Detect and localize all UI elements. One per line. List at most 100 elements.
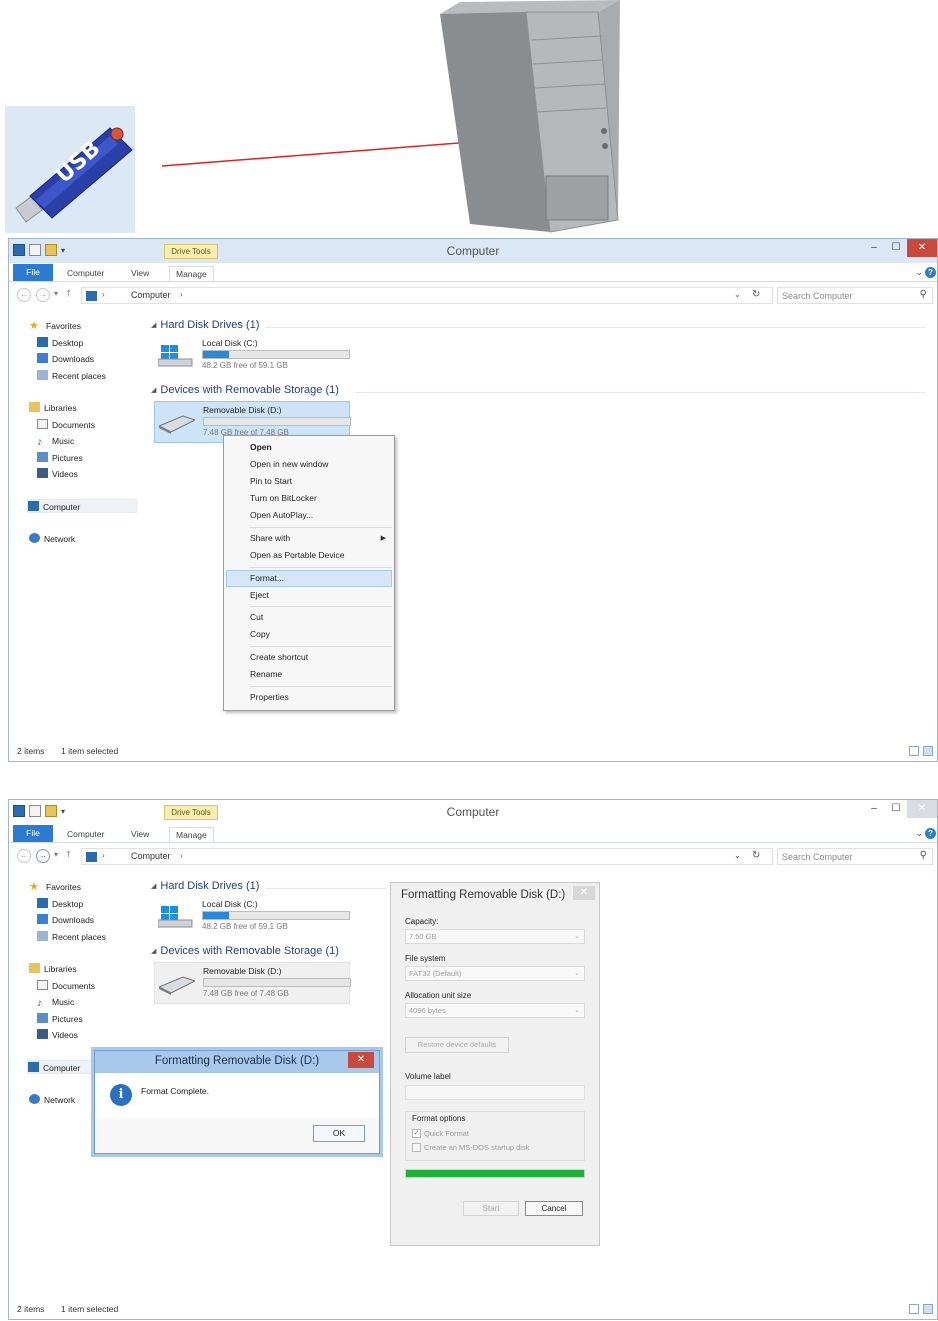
up-button[interactable]: ↑ <box>66 287 72 299</box>
menu-item-eject[interactable]: Eject <box>250 590 269 600</box>
start-button[interactable]: Start <box>463 1201 519 1216</box>
details-view-icon[interactable] <box>909 746 919 756</box>
back-button[interactable]: ← <box>17 849 31 863</box>
menu-item-rename[interactable]: Rename <box>250 669 282 679</box>
restore-defaults-button[interactable]: Restore device defaults <box>405 1037 509 1053</box>
refresh-icon[interactable]: ↻ <box>752 289 760 300</box>
help-icon[interactable]: ? <box>925 828 936 839</box>
nav-documents[interactable]: Documents <box>37 979 95 993</box>
forward-button[interactable]: → <box>36 849 50 863</box>
collapse-caret-icon[interactable]: ◢ <box>151 883 156 890</box>
maximize-button[interactable]: ☐ <box>885 239 907 257</box>
filesystem-select[interactable]: FAT32 (Default) ⌄ <box>405 966 585 981</box>
collapse-caret-icon[interactable]: ◢ <box>151 948 156 955</box>
expand-ribbon-icon[interactable]: ⌄ <box>915 267 923 278</box>
nav-documents[interactable]: Documents <box>37 418 95 432</box>
menu-item-autoplay[interactable]: Open AutoPlay... <box>250 510 313 520</box>
details-view-icon[interactable] <box>909 1304 919 1314</box>
volume-label-input[interactable] <box>405 1085 585 1100</box>
nav-network[interactable]: Network <box>29 532 75 546</box>
nav-pictures[interactable]: Pictures <box>37 451 83 465</box>
recent-locations-icon[interactable]: ▾ <box>54 850 58 859</box>
help-icon[interactable]: ? <box>925 267 936 278</box>
group-header-hard-disk-drives[interactable]: ◢ Hard Disk Drives (1) <box>151 880 259 892</box>
nav-desktop[interactable]: Desktop <box>37 336 83 350</box>
nav-computer[interactable]: Computer <box>27 499 137 513</box>
search-input[interactable]: Search Computer ⚲ <box>777 848 933 865</box>
cancel-button[interactable]: Cancel <box>525 1201 583 1216</box>
quick-format-checkbox[interactable]: ✓ <box>412 1129 421 1138</box>
tab-manage[interactable]: Manage <box>169 827 214 842</box>
nav-favorites[interactable]: ★ Favorites <box>29 319 81 333</box>
address-field[interactable]: › Computer › ⌄ ↻ <box>81 848 773 865</box>
tab-manage[interactable]: Manage <box>169 266 214 281</box>
nav-libraries[interactable]: Libraries <box>29 962 77 976</box>
refresh-icon[interactable]: ↻ <box>752 850 760 861</box>
nav-music[interactable]: ♪ Music <box>37 995 74 1009</box>
nav-downloads[interactable]: Downloads <box>37 352 94 366</box>
tab-computer[interactable]: Computer <box>67 827 104 842</box>
address-field[interactable]: › Computer › ⌄ ↻ <box>81 287 773 304</box>
search-icon[interactable]: ⚲ <box>920 289 927 300</box>
breadcrumb-chevron-icon[interactable]: › <box>180 851 183 860</box>
address-dropdown-icon[interactable]: ⌄ <box>734 290 741 299</box>
allocation-unit-select[interactable]: 4096 bytes ⌄ <box>405 1003 585 1018</box>
breadcrumb-chevron-icon[interactable]: › <box>102 851 105 860</box>
collapse-caret-icon[interactable]: ◢ <box>151 322 156 329</box>
nav-videos[interactable]: Videos <box>37 1028 78 1042</box>
menu-item-copy[interactable]: Copy <box>250 629 270 639</box>
tiles-view-icon[interactable] <box>923 746 933 756</box>
expand-ribbon-icon[interactable]: ⌄ <box>915 828 923 839</box>
menu-item-cut[interactable]: Cut <box>250 612 263 622</box>
menu-item-format[interactable]: Format... <box>250 573 284 583</box>
tab-view[interactable]: View <box>131 266 149 281</box>
menu-item-open[interactable]: Open <box>250 442 272 452</box>
tab-file[interactable]: File <box>13 264 53 281</box>
nav-libraries[interactable]: Libraries <box>29 401 77 415</box>
menu-item-share-with[interactable]: Share with <box>250 533 290 543</box>
nav-favorites[interactable]: ★ Favorites <box>29 880 81 894</box>
minimize-button[interactable]: – <box>863 239 885 257</box>
up-button[interactable]: ↑ <box>66 848 72 860</box>
nav-music[interactable]: ♪ Music <box>37 434 74 448</box>
nav-recent-places[interactable]: Recent places <box>37 930 106 944</box>
menu-item-bitlocker[interactable]: Turn on BitLocker <box>250 493 317 503</box>
search-input[interactable]: Search Computer ⚲ <box>777 287 933 304</box>
breadcrumb-computer[interactable]: Computer <box>131 290 171 300</box>
ok-button[interactable]: OK <box>313 1125 365 1142</box>
close-button[interactable]: ✕ <box>907 239 937 257</box>
drive-c[interactable]: Local Disk (C:) 48.2 GB free of 59.1 GB <box>154 335 350 377</box>
address-dropdown-icon[interactable]: ⌄ <box>734 851 741 860</box>
minimize-button[interactable]: – <box>863 800 885 818</box>
close-button[interactable]: ✕ <box>907 800 937 818</box>
breadcrumb-computer[interactable]: Computer <box>131 851 171 861</box>
tab-view[interactable]: View <box>131 827 149 842</box>
drive-c[interactable]: Local Disk (C:) 48.2 GB free of 59.1 GB <box>154 896 350 938</box>
tab-file[interactable]: File <box>13 825 53 842</box>
nav-network[interactable]: Network <box>29 1093 75 1107</box>
dialog-close-button[interactable]: ✕ <box>348 1052 374 1068</box>
nav-downloads[interactable]: Downloads <box>37 913 94 927</box>
format-dialog-close-button[interactable]: ✕ <box>573 886 595 900</box>
nav-desktop[interactable]: Desktop <box>37 897 83 911</box>
group-header-hard-disk-drives[interactable]: ◢ Hard Disk Drives (1) <box>151 319 259 331</box>
forward-button[interactable]: → <box>36 288 50 302</box>
drive-d[interactable]: Removable Disk (D:) 7.48 GB free of 7.48… <box>154 962 351 1004</box>
collapse-caret-icon[interactable]: ◢ <box>151 387 156 394</box>
recent-locations-icon[interactable]: ▾ <box>54 289 58 298</box>
menu-item-properties[interactable]: Properties <box>250 692 289 702</box>
group-header-removable-storage[interactable]: ◢ Devices with Removable Storage (1) <box>151 384 339 396</box>
maximize-button[interactable]: ☐ <box>885 800 907 818</box>
search-icon[interactable]: ⚲ <box>920 850 927 861</box>
menu-item-open-new-window[interactable]: Open in new window <box>250 459 328 469</box>
msdos-startup-checkbox[interactable] <box>412 1143 421 1152</box>
nav-videos[interactable]: Videos <box>37 467 78 481</box>
tiles-view-icon[interactable] <box>923 1304 933 1314</box>
breadcrumb-chevron-icon[interactable]: › <box>102 290 105 299</box>
breadcrumb-chevron-icon[interactable]: › <box>180 290 183 299</box>
nav-recent-places[interactable]: Recent places <box>37 369 106 383</box>
back-button[interactable]: ← <box>17 288 31 302</box>
capacity-select[interactable]: 7.50 GB ⌄ <box>405 929 585 944</box>
menu-item-pin-to-start[interactable]: Pin to Start <box>250 476 292 486</box>
menu-item-create-shortcut[interactable]: Create shortcut <box>250 652 308 662</box>
